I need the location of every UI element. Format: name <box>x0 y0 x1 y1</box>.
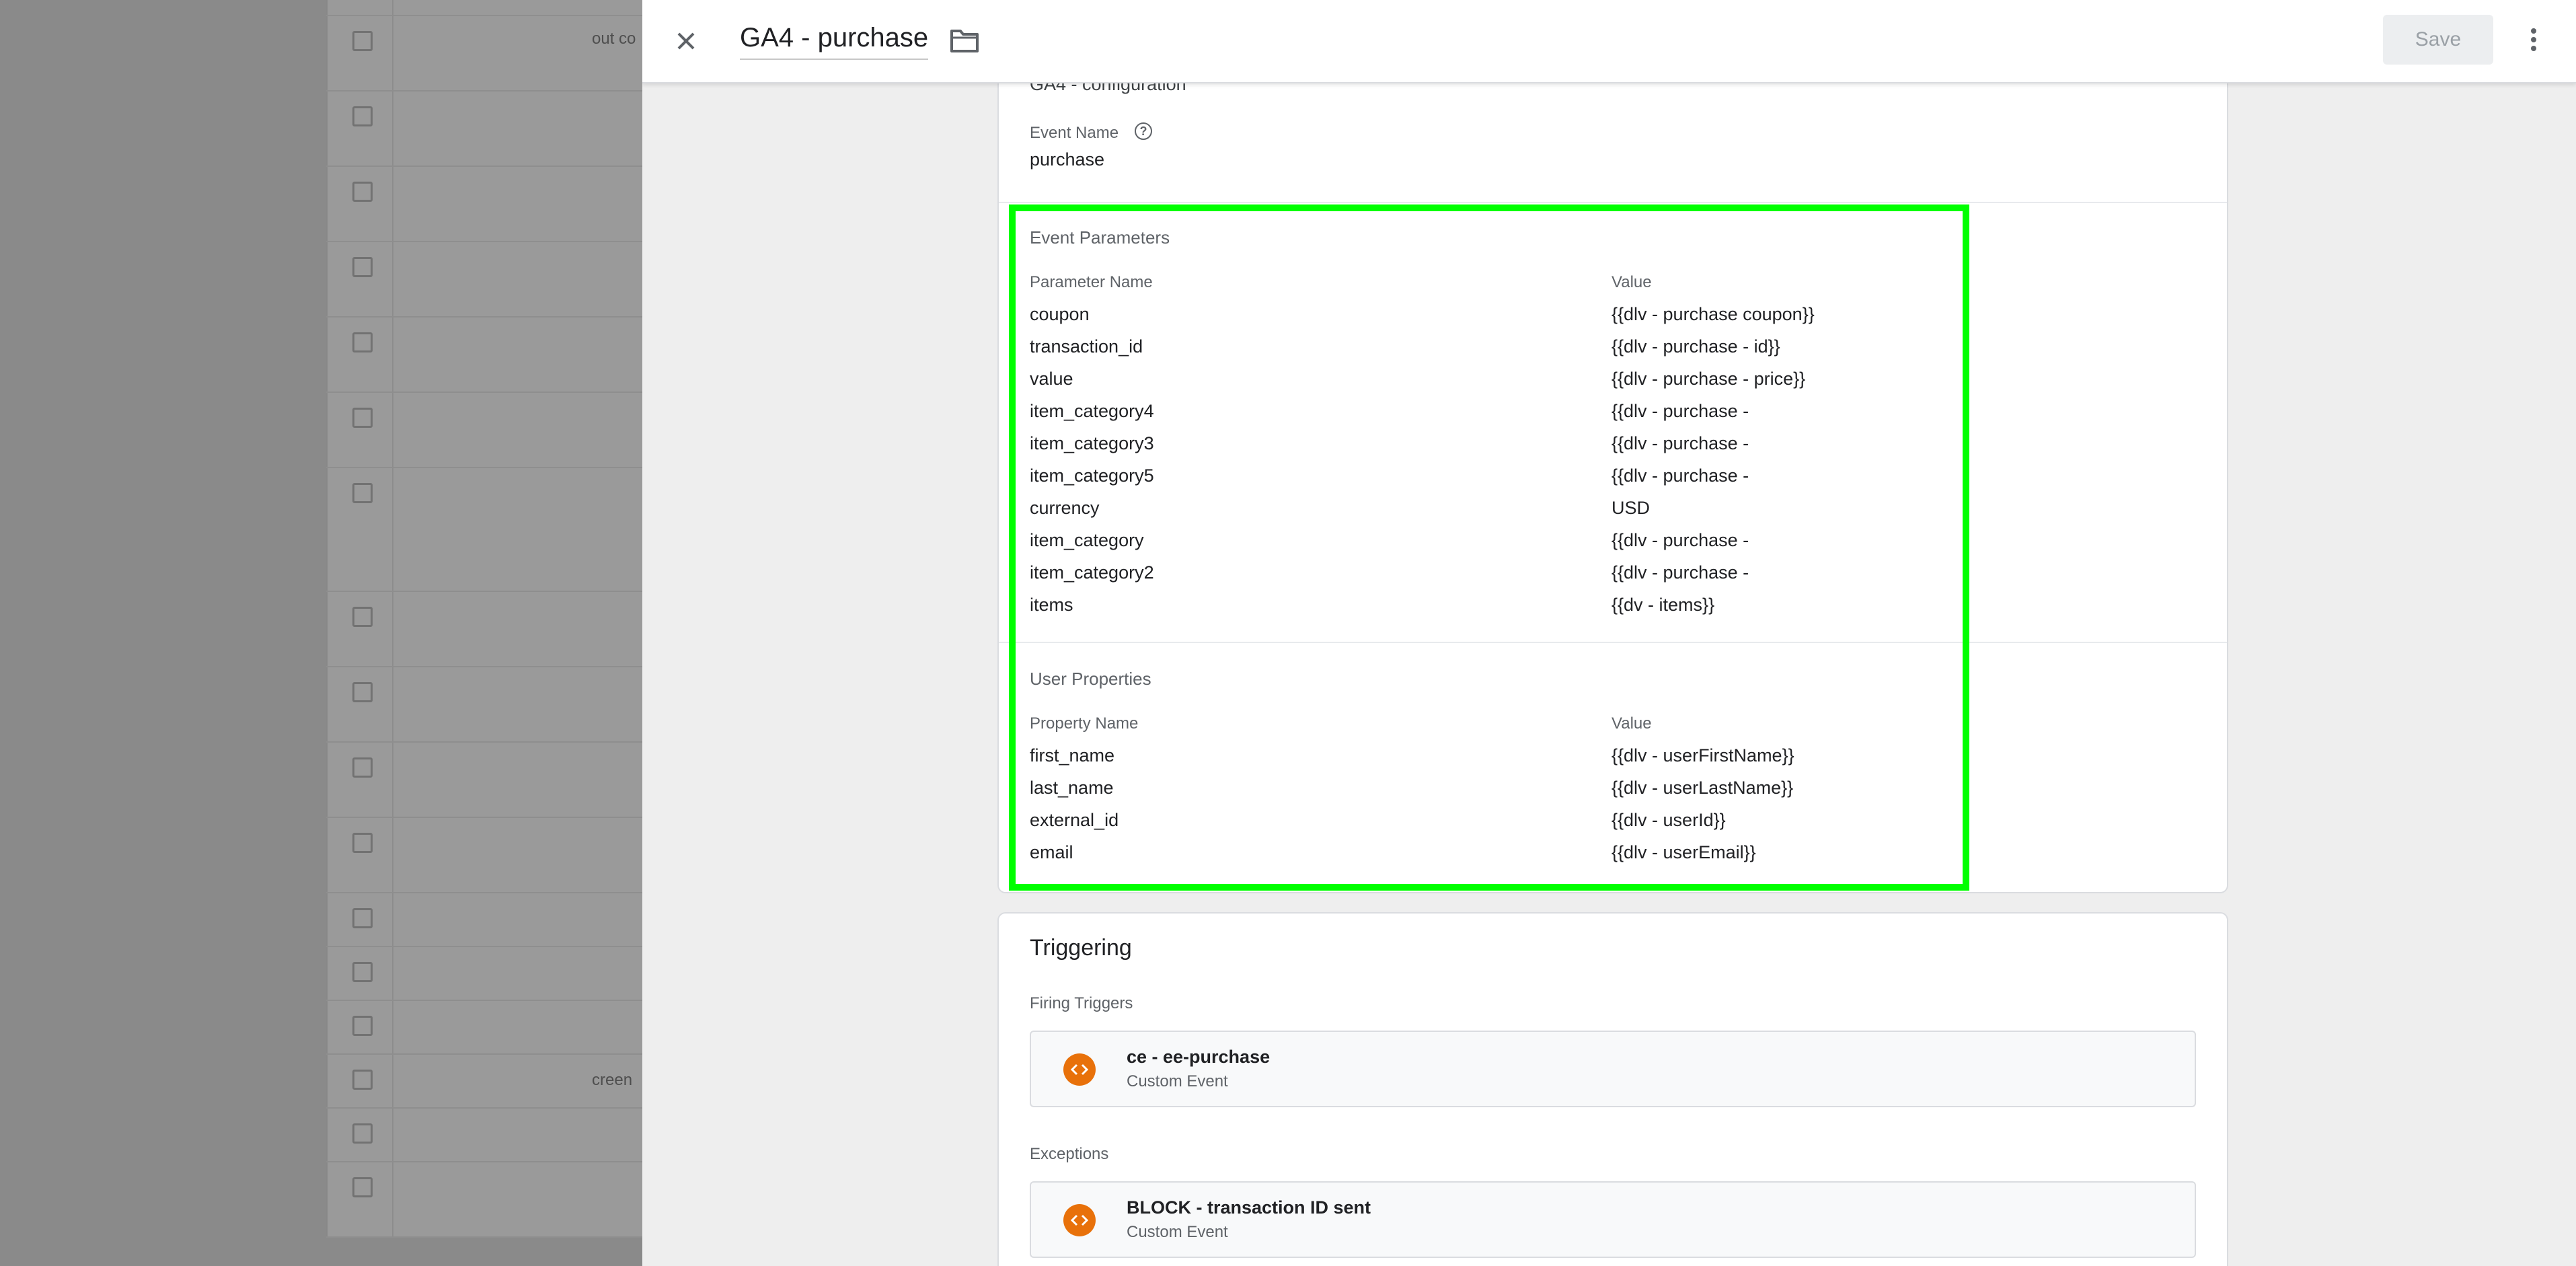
row-checkbox[interactable] <box>352 1123 373 1144</box>
property-name: email <box>1030 842 1073 862</box>
parameter-name-header: Parameter Name <box>1030 273 1153 291</box>
row-checkbox[interactable] <box>352 408 373 428</box>
row-checkbox[interactable] <box>352 908 373 928</box>
trigger-name: BLOCK - transaction ID sent <box>1127 1197 1371 1218</box>
triggering-heading: Triggering <box>1030 935 1132 961</box>
parameter-value: {{dlv - purchase - <box>1612 562 1749 583</box>
panel-header: GA4 - purchase Save <box>642 0 2576 83</box>
parameter-name: transaction_id <box>1030 336 1143 357</box>
row-checkbox[interactable] <box>352 1070 373 1090</box>
more-vert-icon <box>2531 28 2536 34</box>
parameter-value: {{dlv - purchase - <box>1612 433 1749 453</box>
help-icon[interactable]: ? <box>1135 122 1152 140</box>
background-row-text: out co <box>592 30 636 48</box>
event-parameters-heading: Event Parameters <box>1030 227 1170 248</box>
divider <box>999 202 2227 203</box>
trigger-type: Custom Event <box>1127 1072 1228 1090</box>
row-checkbox[interactable] <box>352 1177 373 1197</box>
parameter-value-header: Value <box>1612 273 1652 291</box>
parameter-value: {{dlv - purchase coupon}} <box>1612 304 1815 324</box>
row-checkbox[interactable] <box>352 962 373 982</box>
divider <box>999 642 2227 643</box>
property-value: {{dlv - userId}} <box>1612 810 1726 830</box>
background-row <box>326 15 642 16</box>
firing-trigger-item[interactable]: ce - ee-purchase Custom Event <box>1030 1031 2196 1107</box>
row-checkbox[interactable] <box>352 757 373 778</box>
parameter-value: {{dv - items}} <box>1612 595 1715 615</box>
custom-event-icon <box>1063 1204 1096 1236</box>
custom-event-icon <box>1063 1053 1096 1086</box>
background-overlay: out co creen <box>0 0 644 1266</box>
tag-configuration-card[interactable]: GA4 - configuration Event Name ? purchas… <box>997 40 2228 893</box>
close-button[interactable] <box>669 24 703 58</box>
property-value: {{dlv - userFirstName}} <box>1612 745 1794 766</box>
row-checkbox[interactable] <box>352 1016 373 1036</box>
trigger-type: Custom Event <box>1127 1223 1228 1241</box>
row-checkbox[interactable] <box>352 833 373 853</box>
parameter-value: {{dlv - purchase - price}} <box>1612 369 1806 389</box>
exception-trigger-item[interactable]: BLOCK - transaction ID sent Custom Event <box>1030 1181 2196 1258</box>
trigger-name: ce - ee-purchase <box>1127 1047 1271 1067</box>
parameter-value: {{dlv - purchase - <box>1612 530 1749 550</box>
row-checkbox[interactable] <box>352 607 373 627</box>
property-value-header: Value <box>1612 714 1652 733</box>
event-name-label: Event Name <box>1030 124 1119 142</box>
parameter-name: value <box>1030 369 1073 389</box>
property-name: first_name <box>1030 745 1115 766</box>
parameter-name: item_category5 <box>1030 466 1154 486</box>
property-name: external_id <box>1030 810 1119 830</box>
parameter-name: item_category2 <box>1030 562 1154 583</box>
property-name-header: Property Name <box>1030 714 1139 733</box>
background-row-text: creen <box>592 1071 633 1089</box>
save-button[interactable]: Save <box>2383 15 2493 65</box>
folder-icon <box>950 30 979 52</box>
parameter-name: item_category <box>1030 530 1144 550</box>
parameter-name: item_category3 <box>1030 433 1154 453</box>
parameter-value: {{dlv - purchase - <box>1612 466 1749 486</box>
row-checkbox[interactable] <box>352 483 373 503</box>
row-checkbox[interactable] <box>352 182 373 202</box>
row-checkbox[interactable] <box>352 106 373 126</box>
row-checkbox[interactable] <box>352 332 373 352</box>
triggering-card[interactable]: Triggering Firing Triggers ce - ee-purch… <box>997 912 2228 1266</box>
row-checkbox[interactable] <box>352 682 373 702</box>
more-options-button[interactable] <box>2526 23 2542 57</box>
tag-name-input[interactable]: GA4 - purchase <box>740 23 929 60</box>
user-properties-heading: User Properties <box>1030 669 1151 689</box>
property-value: {{dlv - userEmail}} <box>1612 842 1756 862</box>
parameter-value: {{dlv - purchase - id}} <box>1612 336 1780 357</box>
parameter-name: item_category4 <box>1030 401 1154 421</box>
row-checkbox[interactable] <box>352 257 373 277</box>
event-name-value: purchase <box>1030 149 1105 170</box>
folder-button[interactable] <box>948 26 981 55</box>
close-icon <box>677 32 695 50</box>
parameter-name: items <box>1030 595 1073 615</box>
parameter-value: USD <box>1612 498 1651 518</box>
parameter-name: coupon <box>1030 304 1090 324</box>
exceptions-label: Exceptions <box>1030 1145 1109 1163</box>
property-value: {{dlv - userLastName}} <box>1612 778 1794 798</box>
parameter-name: currency <box>1030 498 1100 518</box>
row-checkbox[interactable] <box>352 31 373 51</box>
parameter-value: {{dlv - purchase - <box>1612 401 1749 421</box>
property-name: last_name <box>1030 778 1114 798</box>
firing-triggers-label: Firing Triggers <box>1030 994 1133 1012</box>
background-tag-list <box>326 0 644 1238</box>
tag-editor-panel: GA4 - purchase Save GA4 - configuration … <box>642 0 2576 1266</box>
